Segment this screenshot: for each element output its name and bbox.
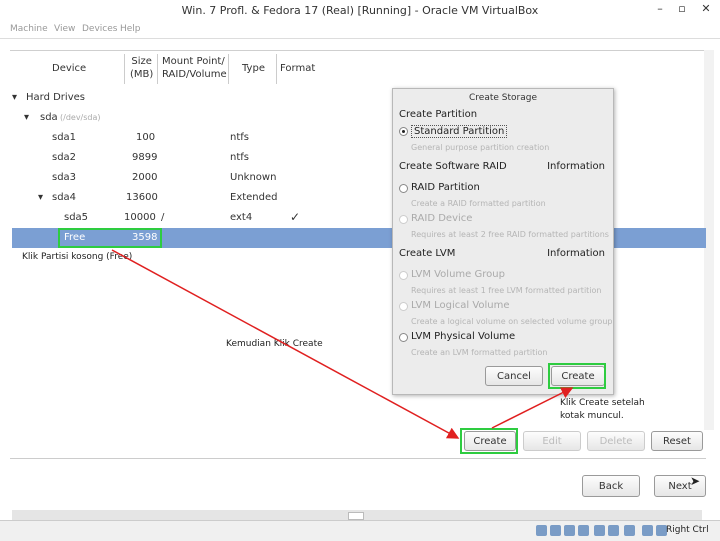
status-bar: Right Ctrl — [0, 520, 720, 541]
annotation-arrows — [111, 249, 574, 439]
optical-drive-icon[interactable] — [550, 525, 561, 536]
arrow-to-create — [111, 249, 460, 439]
capture-icon[interactable] — [624, 525, 635, 536]
usb-icon[interactable] — [564, 525, 575, 536]
display-icon[interactable] — [608, 525, 619, 536]
arrow-to-dialog-create — [491, 387, 574, 429]
shared-folder-icon[interactable] — [594, 525, 605, 536]
mouse-cursor-icon: ➤ — [690, 474, 701, 488]
hdd-icon[interactable] — [536, 525, 547, 536]
host-key-label: Right Ctrl — [666, 525, 709, 535]
mouse-integration-icon[interactable] — [642, 525, 653, 536]
network-icon[interactable] — [578, 525, 589, 536]
